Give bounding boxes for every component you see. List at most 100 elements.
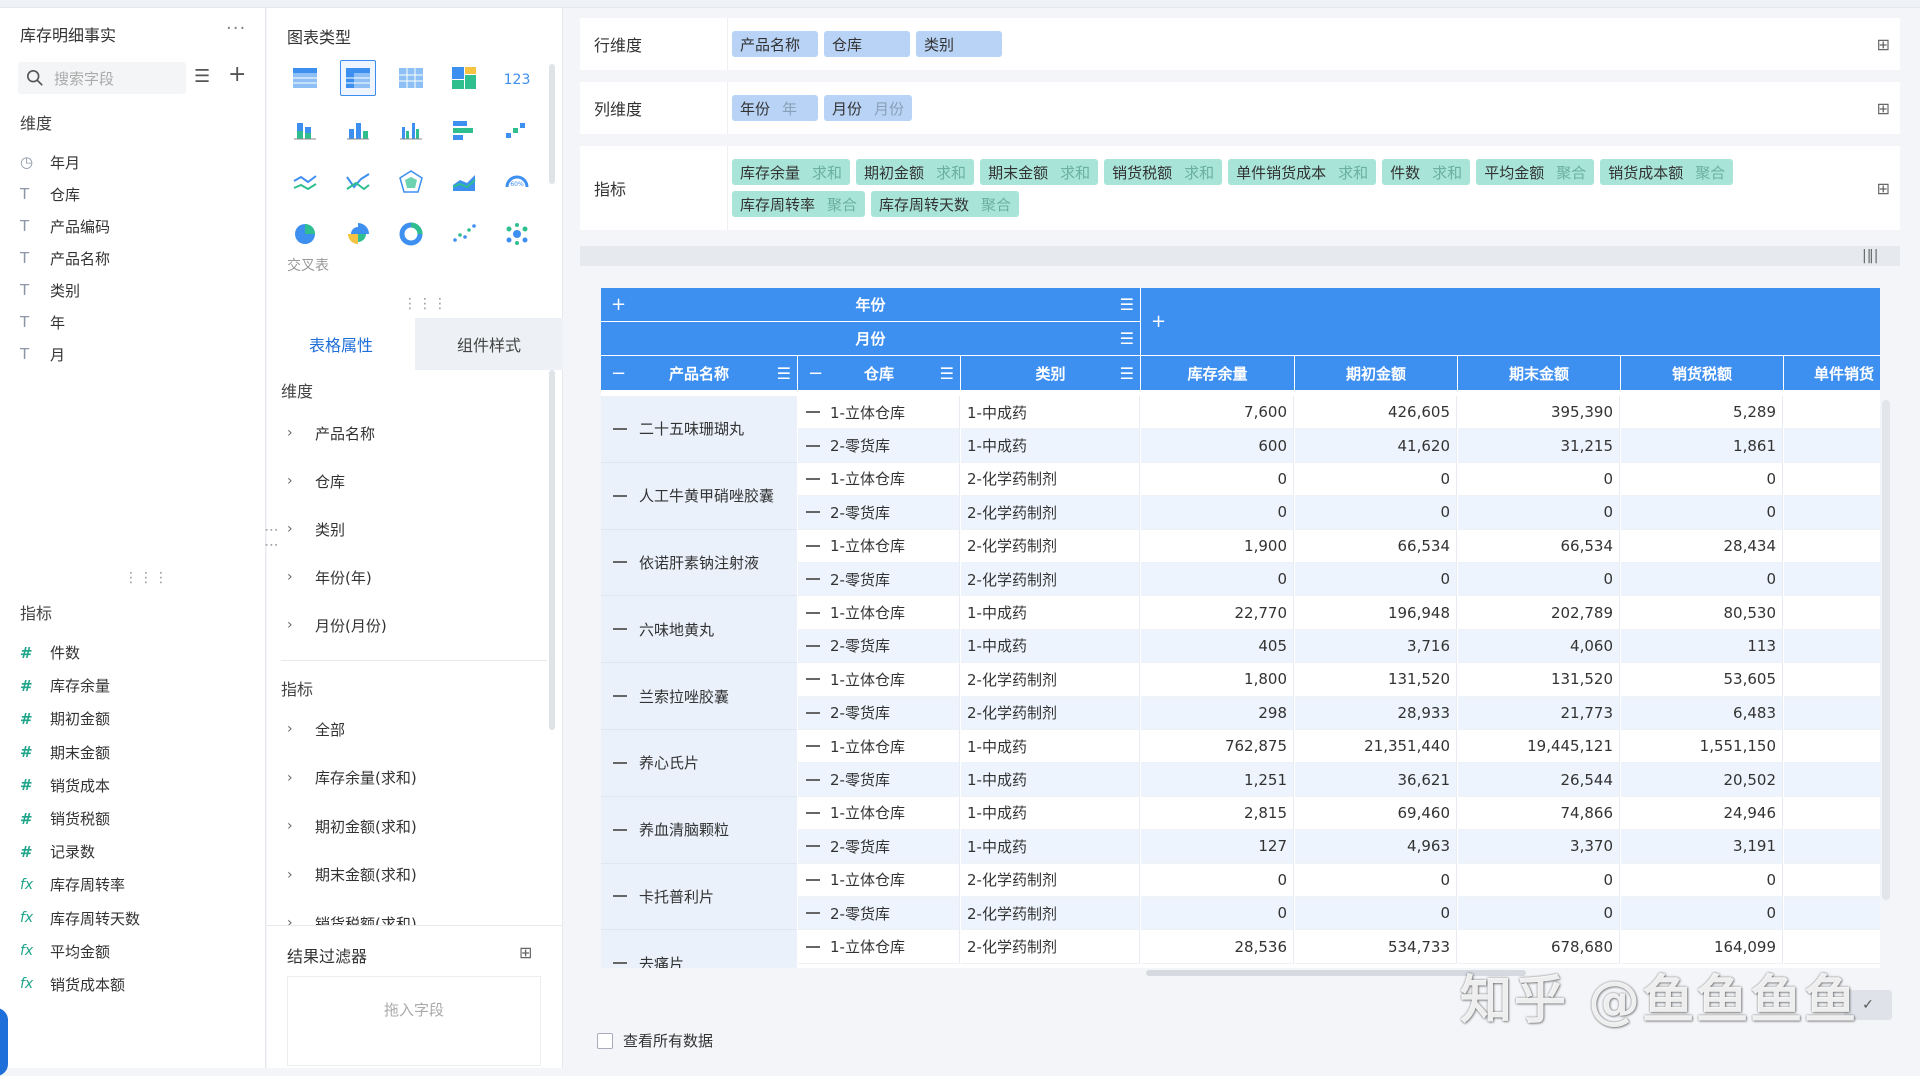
grouped-bar-icon[interactable] (393, 112, 429, 148)
warehouse-cell[interactable]: 1-立体仓库 (798, 462, 960, 497)
collapse-minus-icon[interactable]: − (611, 363, 626, 384)
warehouse-cell[interactable]: 1-立体仓库 (798, 930, 960, 964)
measure-chip[interactable]: 平均金额 聚合 (1476, 159, 1595, 185)
dimension-field[interactable]: T 类别 (20, 274, 110, 306)
measure-field[interactable]: # 库存余量 (20, 669, 140, 702)
side-collapse-tab[interactable] (0, 1008, 8, 1076)
warehouse-cell[interactable]: 2-零货库 (798, 496, 960, 530)
column-header[interactable]: 期末金额 (1458, 356, 1620, 390)
add-field-icon[interactable]: + (228, 62, 246, 87)
tree-item[interactable]: › 仓库 (287, 457, 387, 505)
warehouse-cell[interactable]: 1-立体仓库 (798, 863, 960, 897)
rose-chart-icon[interactable] (340, 216, 376, 252)
view-all-checkbox[interactable] (597, 1032, 613, 1049)
dimension-field[interactable]: T 仓库 (20, 178, 110, 210)
warehouse-cell[interactable]: 1-立体仓库 (798, 730, 960, 764)
dimension-field[interactable]: ◷ 年月 (20, 146, 110, 178)
collapse-minus-icon[interactable] (806, 578, 820, 581)
measure-chip[interactable]: 销货税额 求和 (1104, 159, 1223, 185)
expand-plus-icon[interactable]: + (611, 294, 626, 315)
measure-field[interactable]: fx 平均金额 (20, 935, 140, 968)
tree-item[interactable]: › 期末金额(求和) (287, 851, 417, 900)
tree-item[interactable]: › 年份(年) (287, 553, 387, 601)
column-header[interactable]: 销货税额 (1621, 356, 1783, 390)
row-dim-settings-icon[interactable]: ⊞ (1877, 35, 1890, 54)
column-header[interactable]: 库存余量 (1141, 356, 1294, 390)
measure-field[interactable]: fx 库存周转率 (20, 868, 140, 901)
tree-item[interactable]: › 全部 (287, 705, 417, 754)
bar-chart-icon[interactable] (340, 112, 376, 148)
collapse-minus-icon[interactable] (806, 945, 820, 948)
treemap-icon[interactable] (446, 60, 482, 96)
step-chart-icon[interactable] (499, 112, 535, 148)
dot-line-icon[interactable] (340, 164, 376, 200)
tree-item[interactable]: › 库存余量(求和) (287, 754, 417, 803)
dimension-field[interactable]: T年 (20, 306, 110, 338)
tree-item[interactable]: › 类别 (287, 505, 387, 553)
column-header[interactable]: − 仓库 ☰ (798, 356, 960, 390)
column-header[interactable]: 单件销货 (1784, 356, 1880, 390)
chart-type-scrollbar[interactable] (549, 64, 555, 184)
collapse-minus-icon[interactable] (806, 644, 820, 647)
sort-icon[interactable]: ☰ (1120, 295, 1134, 314)
warehouse-cell[interactable]: 2-零货库 (798, 563, 960, 597)
search-input[interactable]: 搜索字段 (18, 62, 186, 94)
measure-chip[interactable]: 单件销货成本 求和 (1228, 159, 1377, 185)
stacked-bar-icon[interactable] (287, 112, 323, 148)
line-chart-icon[interactable] (287, 164, 323, 200)
measure-chip[interactable]: 件数 求和 (1382, 159, 1471, 185)
collapse-minus-icon[interactable] (806, 544, 820, 547)
measure-chip[interactable]: 库存余量 求和 (732, 159, 851, 185)
warehouse-cell[interactable]: 1-立体仓库 (798, 396, 960, 430)
collapse-minus-icon[interactable] (806, 745, 820, 748)
vertical-scrollbar[interactable] (1882, 400, 1890, 900)
warehouse-cell[interactable]: 1-立体仓库 (798, 529, 960, 563)
warehouse-cell[interactable]: 1-立体仓库 (798, 596, 960, 630)
pie-chart-icon[interactable] (287, 216, 323, 252)
measure-field[interactable]: fx 库存周转天数 (20, 902, 140, 935)
row-dim-chip[interactable]: 类别 (916, 31, 1002, 57)
dimension-field[interactable]: T月 (20, 338, 110, 370)
sort-icon[interactable]: ☰ (1120, 329, 1134, 348)
tree-item[interactable]: › 销货税额(求和) (287, 899, 417, 925)
measure-field[interactable]: # 销货税额 (20, 802, 140, 835)
collapse-minus-icon[interactable] (806, 811, 820, 814)
collapse-minus-icon[interactable]: − (808, 363, 823, 384)
column-header[interactable]: − 产品名称 ☰ (601, 356, 797, 390)
measure-field[interactable]: # 件数 (20, 636, 140, 669)
column-header[interactable]: 类别 ☰ (961, 356, 1140, 390)
row-dim-chip[interactable]: 仓库 (824, 31, 910, 57)
measure-field[interactable]: # 期初金额 (20, 702, 140, 735)
radar-chart-icon[interactable] (393, 164, 429, 200)
table-chart-icon[interactable] (287, 60, 323, 96)
grid-table-icon[interactable] (393, 60, 429, 96)
collapse-minus-icon[interactable] (806, 778, 820, 781)
col-dim-chip[interactable]: 月份 月份 (824, 95, 913, 121)
collapse-minus-icon[interactable] (806, 912, 820, 915)
filter-config-icon[interactable]: ⊞ (519, 943, 532, 962)
view-all-data-option[interactable]: 查看所有数据 (597, 1030, 713, 1051)
warehouse-cell[interactable]: 2-零货库 (798, 429, 960, 463)
measure-field[interactable]: fx 销货成本额 (20, 968, 140, 1001)
warehouse-cell[interactable]: 1-立体仓库 (798, 796, 960, 831)
collapse-minus-icon[interactable] (806, 477, 820, 480)
resize-handle-2[interactable]: ⋮⋮⋮ (403, 296, 448, 312)
measure-field[interactable]: # 期末金额 (20, 736, 140, 769)
column-header[interactable]: 期初金额 (1295, 356, 1457, 390)
bubble-chart-icon[interactable] (499, 216, 535, 252)
area-chart-icon[interactable] (446, 164, 482, 200)
collapse-minus-icon[interactable] (806, 845, 820, 848)
filter-drop-zone[interactable]: 拖入字段 (287, 976, 541, 1066)
measure-chip[interactable]: 期末金额 求和 (980, 159, 1099, 185)
measure-field[interactable]: # 记录数 (20, 835, 140, 868)
col-dim-chip[interactable]: 年份年 (732, 95, 818, 121)
collapse-minus-icon[interactable] (806, 678, 820, 681)
measure-field[interactable]: # 销货成本 (20, 769, 140, 802)
collapse-minus-icon[interactable] (806, 444, 820, 447)
sort-icon[interactable]: ☰ (1120, 364, 1134, 383)
tab-component-style[interactable]: 组件样式 (415, 318, 563, 370)
more-icon[interactable]: ··· (226, 18, 246, 39)
warehouse-cell[interactable]: 2-零货库 (798, 897, 960, 931)
property-scrollbar[interactable] (549, 370, 555, 730)
tree-item[interactable]: › 月份(月份) (287, 601, 387, 649)
